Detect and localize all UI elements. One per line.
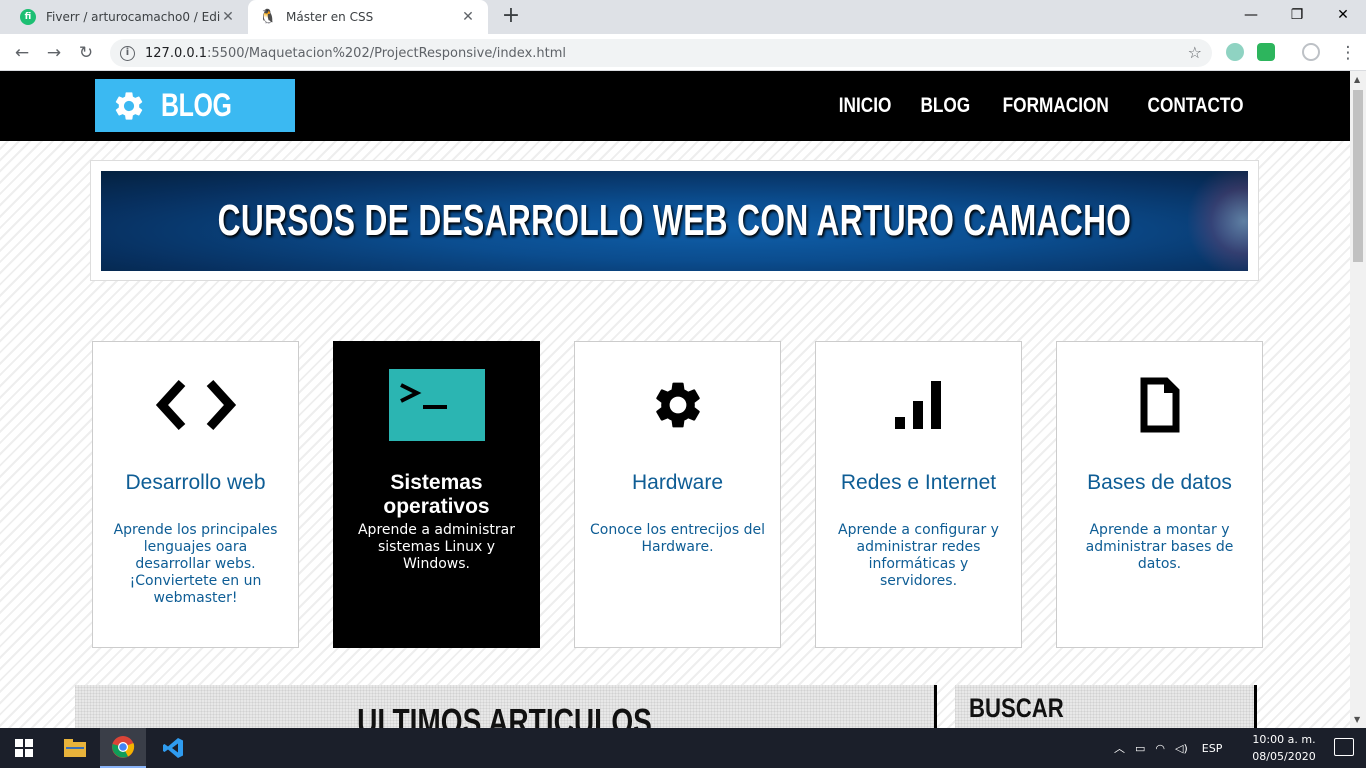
volume-icon[interactable]: ◁): [1175, 742, 1188, 755]
gear-icon: [111, 88, 147, 124]
browser-toolbar: ← → ↻ i 127.0.0.1:5500/Maquetacion%202/P…: [0, 34, 1366, 71]
clock-time: 10:00 a. m.: [1252, 733, 1316, 746]
vscode-app[interactable]: [150, 728, 196, 768]
new-tab-button[interactable]: +: [498, 4, 524, 30]
search-section: BUSCAR: [955, 685, 1257, 728]
main-menu: INICIO BLOG FORMACION CONTACTO: [821, 71, 1254, 141]
windows-taskbar: ︿ ▭ ◠ ◁) ESP 10:00 a. m. 08/05/2020: [0, 728, 1366, 768]
windows-start-button[interactable]: [0, 728, 48, 768]
close-icon[interactable]: ✕: [460, 9, 476, 25]
card-bases-datos[interactable]: Bases de datos Aprende a montar y admini…: [1056, 341, 1263, 648]
chrome-icon: [112, 736, 135, 758]
chevron-up-icon[interactable]: ︿: [1114, 740, 1125, 756]
card-text: Conoce los entrecijos del Hardware.: [590, 522, 765, 555]
section-title: ULTIMOS ARTICULOS: [357, 701, 652, 728]
menu-dots-icon[interactable]: ⋮: [1334, 39, 1362, 67]
card-text: Aprende a configurar y administrar redes…: [838, 522, 999, 589]
back-button[interactable]: ←: [8, 39, 36, 67]
banner-title: CURSOS DE DESARROLLO WEB CON ARTURO CAMA…: [217, 196, 1132, 245]
info-icon[interactable]: i: [120, 45, 135, 61]
menu-item-inicio[interactable]: INICIO: [838, 94, 891, 118]
terminal-icon: [334, 369, 539, 441]
page-scrollbar[interactable]: ▲ ▼: [1350, 71, 1366, 728]
card-title: Sistemas operativos: [383, 471, 490, 518]
url-text: 127.0.0.1:5500/Maquetacion%202/ProjectRe…: [145, 45, 567, 61]
battery-icon[interactable]: ▭: [1135, 742, 1145, 755]
shield-extension-icon[interactable]: [1257, 43, 1275, 61]
card-desarrollo-web[interactable]: Desarrollo web Aprende los principales l…: [92, 341, 299, 648]
reload-button[interactable]: ↻: [72, 39, 100, 67]
chrome-app[interactable]: [100, 728, 146, 768]
latest-articles-section: ULTIMOS ARTICULOS: [75, 685, 937, 728]
banner-frame: CURSOS DE DESARROLLO WEB CON ARTURO CAMA…: [90, 160, 1259, 281]
profile-avatar[interactable]: [1302, 43, 1320, 61]
menu-item-blog[interactable]: BLOG: [920, 94, 970, 118]
signal-bars-icon: [816, 370, 1021, 440]
document-icon: [1057, 370, 1262, 440]
card-title: Hardware: [631, 471, 724, 494]
menu-item-contacto[interactable]: CONTACTO: [1147, 94, 1243, 118]
minimize-button[interactable]: —: [1228, 0, 1274, 30]
tab-title: Fiverr / arturocamacho0 / Edit Gi: [46, 10, 220, 24]
card-redes-internet[interactable]: Redes e Internet Aprende a configurar y …: [815, 341, 1022, 648]
card-sistemas-operativos[interactable]: Sistemas operativos Aprende a administra…: [333, 341, 540, 648]
site-header: BLOG INICIO BLOG FORMACION CONTACTO: [0, 71, 1350, 141]
card-hardware[interactable]: Hardware Conoce los entrecijos del Hardw…: [574, 341, 781, 648]
notifications-icon[interactable]: [1334, 738, 1354, 756]
banner-decoration: [1188, 171, 1248, 271]
clock-date: 08/05/2020: [1252, 750, 1316, 763]
close-icon[interactable]: ✕: [220, 9, 236, 25]
menu-item-formacion[interactable]: FORMACION: [1003, 94, 1109, 118]
vscode-icon: [163, 738, 183, 758]
clock[interactable]: 10:00 a. m. 08/05/2020: [1248, 731, 1320, 765]
close-window-button[interactable]: ✕: [1320, 0, 1366, 30]
card-title: Desarrollo web: [125, 471, 266, 494]
card-text: Aprende a administrar sistemas Linux y W…: [357, 522, 515, 572]
file-explorer-app[interactable]: [52, 728, 98, 768]
scrollbar-thumb[interactable]: [1353, 90, 1363, 262]
page-viewport: BLOG INICIO BLOG FORMACION CONTACTO CURS…: [0, 71, 1350, 728]
tab-fiverr[interactable]: fi Fiverr / arturocamacho0 / Edit Gi ✕: [8, 0, 248, 34]
site-logo[interactable]: BLOG: [95, 79, 295, 132]
restore-button[interactable]: ❐: [1274, 0, 1320, 30]
logo-text: BLOG: [161, 87, 232, 123]
folder-icon: [64, 739, 86, 757]
windows-logo-icon: [15, 739, 33, 757]
scroll-down-icon[interactable]: ▼: [1354, 715, 1360, 724]
scroll-up-icon[interactable]: ▲: [1354, 75, 1360, 84]
section-title: BUSCAR: [969, 693, 1064, 723]
code-brackets-icon: [93, 370, 298, 440]
gear-icon: [575, 370, 780, 440]
extension-icon[interactable]: [1226, 43, 1244, 61]
tab-title: Máster en CSS: [286, 10, 374, 24]
card-title: Redes e Internet: [840, 471, 997, 494]
fiverr-icon: fi: [20, 9, 36, 25]
linux-penguin-icon: 🐧: [259, 9, 277, 25]
forward-button[interactable]: →: [40, 39, 68, 67]
address-bar[interactable]: i 127.0.0.1:5500/Maquetacion%202/Project…: [110, 39, 1212, 67]
card-title: Bases de datos: [1087, 471, 1232, 494]
system-tray: ︿ ▭ ◠ ◁) ESP: [1114, 728, 1222, 768]
language-indicator[interactable]: ESP: [1202, 742, 1223, 755]
banner: CURSOS DE DESARROLLO WEB CON ARTURO CAMA…: [101, 171, 1248, 271]
card-text: Aprende a montar y administrar bases de …: [1085, 522, 1234, 572]
bookmark-star-icon[interactable]: ☆: [1188, 43, 1202, 62]
wifi-icon[interactable]: ◠: [1155, 742, 1165, 755]
card-text: Aprende los principales lenguajes oara d…: [113, 522, 278, 606]
browser-tab-strip: fi Fiverr / arturocamacho0 / Edit Gi ✕ 🐧…: [0, 0, 1366, 34]
tab-master-css[interactable]: 🐧 Máster en CSS ✕: [248, 0, 488, 34]
